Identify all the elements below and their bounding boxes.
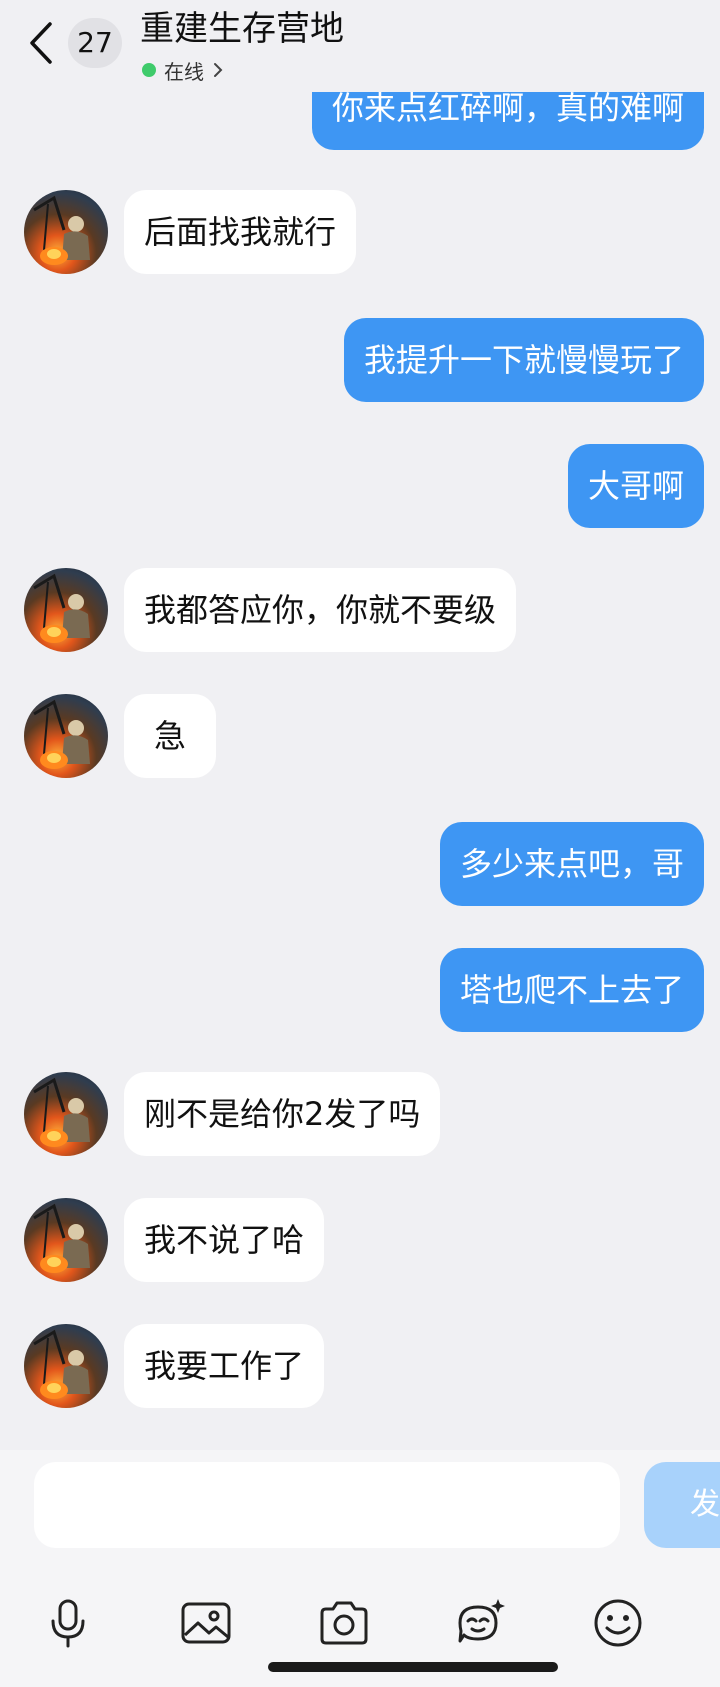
message-bubble-incoming[interactable]: 我都答应你，你就不要级 bbox=[124, 568, 517, 652]
contact-avatar[interactable] bbox=[24, 1198, 108, 1282]
chat-title[interactable]: 重建生存营地 bbox=[140, 8, 344, 50]
message-bubble-incoming[interactable]: 急 bbox=[124, 694, 217, 778]
chat-screen: 你来点红碎啊，真的难啊 后面找我就行 我提升一下就慢慢玩了 大哥啊 我都答应你，… bbox=[0, 0, 720, 1687]
contact-avatar[interactable] bbox=[24, 568, 108, 652]
avatar-image bbox=[33, 1329, 90, 1399]
chevron-right-icon bbox=[214, 63, 223, 77]
message-bubble-outgoing[interactable]: 塔也爬不上去了 bbox=[439, 948, 704, 1032]
online-dot-icon bbox=[142, 63, 156, 77]
message-input[interactable] bbox=[34, 1462, 620, 1548]
message-list[interactable]: 你来点红碎啊，真的难啊 后面找我就行 我提升一下就慢慢玩了 大哥啊 我都答应你，… bbox=[0, 0, 720, 1450]
message-bubble-outgoing[interactable]: 多少来点吧，哥 bbox=[439, 822, 704, 906]
avatar-image bbox=[33, 1077, 90, 1147]
home-indicator[interactable] bbox=[268, 1662, 558, 1672]
avatar-image bbox=[33, 195, 90, 265]
avatar-image bbox=[33, 1203, 90, 1273]
message-bubble-incoming[interactable]: 我不说了哈 bbox=[124, 1198, 325, 1282]
message-bubble-outgoing[interactable]: 我提升一下就慢慢玩了 bbox=[343, 318, 704, 402]
avatar-image bbox=[33, 699, 90, 769]
back-arrow-icon[interactable] bbox=[26, 20, 56, 66]
avatar-image bbox=[33, 573, 90, 643]
message-bubble-incoming[interactable]: 刚不是给你2发了吗 bbox=[124, 1072, 441, 1156]
sticker-icon[interactable] bbox=[452, 1595, 508, 1651]
contact-avatar[interactable] bbox=[24, 1072, 108, 1156]
camera-icon[interactable] bbox=[316, 1595, 372, 1651]
send-button[interactable]: 发 bbox=[644, 1462, 720, 1548]
contact-avatar[interactable] bbox=[24, 694, 108, 778]
contact-avatar[interactable] bbox=[24, 190, 108, 274]
message-bubble-incoming[interactable]: 后面找我就行 bbox=[124, 190, 357, 274]
contact-avatar[interactable] bbox=[24, 1324, 108, 1408]
message-bubble-outgoing[interactable]: 大哥啊 bbox=[567, 444, 704, 528]
unread-count-badge[interactable]: 27 bbox=[68, 18, 122, 68]
message-bubble-incoming[interactable]: 我要工作了 bbox=[124, 1324, 325, 1408]
status-text: 在线 bbox=[164, 59, 204, 84]
image-icon[interactable] bbox=[178, 1595, 234, 1651]
emoji-icon[interactable] bbox=[590, 1595, 646, 1651]
chat-header: 27 重建生存营地 在线 bbox=[0, 0, 720, 92]
online-status[interactable]: 在线 bbox=[142, 56, 224, 84]
composer: 发 bbox=[0, 1450, 720, 1687]
microphone-icon[interactable] bbox=[40, 1595, 96, 1651]
